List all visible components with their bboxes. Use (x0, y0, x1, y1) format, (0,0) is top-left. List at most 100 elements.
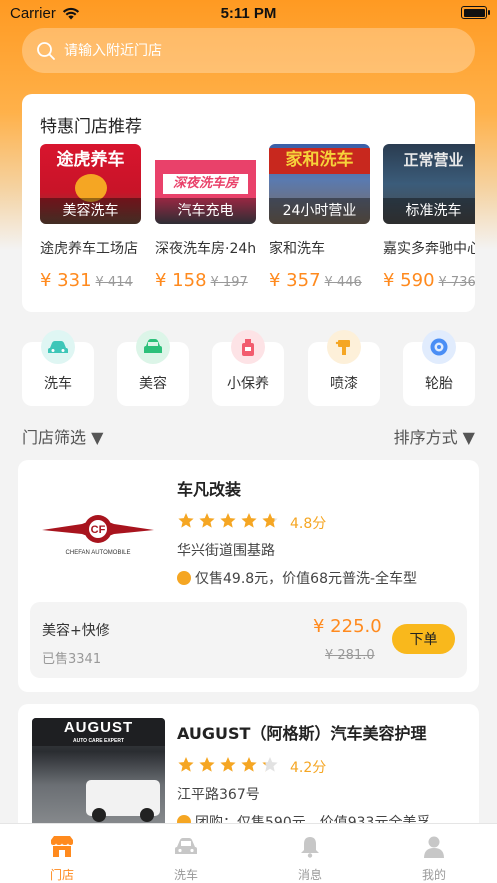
promo-item[interactable]: 家和洗车 24小时营业 家和洗车 ¥ 357 ¥ 446 (269, 144, 370, 291)
category-label: 美容 (139, 376, 167, 392)
promo-price-now: ¥ 590 (383, 270, 435, 291)
star-rating: 4.2分 (177, 756, 326, 777)
search-bar[interactable] (22, 28, 475, 73)
category-car-wash[interactable]: 洗车 (22, 330, 94, 406)
promo-sign: 家和洗车 (269, 148, 370, 174)
category-tire[interactable]: 轮胎 (403, 330, 475, 406)
search-input[interactable] (64, 42, 444, 59)
store-signboard: AUGUST AUTO CARE EXPERT (32, 718, 165, 746)
signboard-text: AUGUST (63, 719, 134, 736)
star-icon (240, 512, 258, 533)
promo-price-old: ¥ 736 (438, 275, 475, 290)
wheel-shape (92, 808, 106, 822)
promo-name: 途虎养车工场店 (40, 241, 138, 257)
car-beauty-icon (136, 330, 170, 364)
battery-icon (461, 6, 490, 19)
store-address: 江平路367号 (177, 787, 260, 803)
tab-bar: 门店 洗车 消息 我的 (0, 823, 497, 883)
rating-value: 4.8分 (290, 515, 327, 532)
deal-sold-count: 已售3341 (42, 652, 102, 667)
star-icon (240, 756, 258, 777)
star-icon (219, 756, 237, 777)
bell-icon (301, 837, 319, 858)
store-photo: AUGUST AUTO CARE EXPERT (32, 718, 165, 830)
category-paint[interactable]: 喷漆 (308, 330, 380, 406)
promo-price: ¥ 331 ¥ 414 (40, 270, 141, 291)
promo-price: ¥ 590 ¥ 736 (383, 270, 475, 291)
promo-image: 深夜洗车房 汽车充电 (155, 144, 256, 224)
store-promo: 仅售49.8元，价值68元普洗-全车型 (177, 568, 417, 588)
category-row: 洗车 美容 小保养 喷漆 轮胎 (22, 330, 475, 406)
deal-box: 美容+快修 已售3341 ¥ 225.0 ¥ 281.0 下单 (30, 602, 467, 678)
star-icon (198, 512, 216, 533)
spray-gun-icon (327, 330, 361, 364)
store-filter-dropdown[interactable]: 门店筛选 ▼ (22, 428, 103, 447)
store-name: 车凡改装 (177, 480, 242, 499)
star-icon (198, 756, 216, 777)
wheel-shape (140, 808, 154, 822)
category-label: 喷漆 (330, 376, 358, 392)
user-icon (424, 836, 444, 858)
promo-tag: 汽车充电 (155, 198, 256, 224)
deal-old-price: ¥ 281.0 (325, 648, 375, 663)
tab-store[interactable]: 门店 (0, 824, 124, 883)
tab-car-wash[interactable]: 洗车 (124, 824, 248, 883)
promo-section: 特惠门店推荐 途虎养车 美容洗车 途虎养车工场店 ¥ 331 ¥ 414 深夜洗车… (22, 94, 475, 312)
category-beauty[interactable]: 美容 (117, 330, 189, 406)
promo-name: 家和洗车 (269, 241, 325, 257)
tab-label: 我的 (421, 868, 446, 882)
promo-price: ¥ 158 ¥ 197 (155, 270, 256, 291)
tab-label: 洗车 (173, 868, 198, 882)
promo-tag: 标准洗车 (383, 198, 475, 224)
category-label: 洗车 (44, 376, 72, 392)
promo-price: ¥ 357 ¥ 446 (269, 270, 370, 291)
tab-messages[interactable]: 消息 (248, 824, 372, 883)
deal-price: ¥ 225.0 (313, 616, 382, 637)
logo-subtext: CHEFAN AUTOMOBILE (66, 550, 131, 556)
star-rating: 4.8分 (177, 512, 326, 533)
promo-sign: 深夜洗车房 (163, 174, 248, 194)
car-icon (175, 838, 197, 854)
order-button[interactable]: 下单 (392, 624, 455, 654)
tire-icon (422, 330, 456, 364)
promo-price-now: ¥ 357 (269, 270, 321, 291)
store-address: 华兴街道围基路 (177, 543, 275, 559)
sort-dropdown[interactable]: 排序方式 ▼ (394, 424, 475, 448)
filter-row: 门店筛选 ▼ 排序方式 ▼ (22, 424, 475, 448)
store-promo-text: 仅售49.8元，价值68元普洗-全车型 (195, 571, 418, 587)
car-wash-icon (41, 330, 75, 364)
promo-tag: 美容洗车 (40, 198, 141, 224)
promo-sign: 途虎养车 (56, 150, 125, 170)
store-logo: CF CHEFAN AUTOMOBILE (32, 474, 165, 586)
promo-list[interactable]: 途虎养车 美容洗车 途虎养车工场店 ¥ 331 ¥ 414 深夜洗车房 汽车充电 … (40, 144, 475, 304)
search-icon (37, 41, 55, 60)
promo-title: 特惠门店推荐 (40, 117, 142, 137)
promo-image: 家和洗车 24小时营业 (269, 144, 370, 224)
star-icon (261, 756, 279, 777)
clock: 5:11 PM (220, 4, 277, 22)
tab-profile[interactable]: 我的 (372, 824, 496, 883)
promo-badge-icon (177, 571, 191, 585)
tab-label: 门店 (49, 868, 74, 882)
store-name: AUGUST（阿格斯）汽车美容护理 (177, 724, 427, 743)
promo-tag: 24小时营业 (269, 198, 370, 224)
promo-price-old: ¥ 414 (95, 275, 133, 290)
category-maintenance[interactable]: 小保养 (212, 330, 284, 406)
promo-name: 深夜洗车房·24h (155, 241, 256, 257)
promo-image: 正常营业 标准洗车 (383, 144, 475, 224)
category-label: 小保养 (227, 376, 269, 392)
star-icon (177, 512, 195, 533)
star-icon (219, 512, 237, 533)
promo-item[interactable]: 深夜洗车房 汽车充电 深夜洗车房·24h ¥ 158 ¥ 197 (155, 144, 256, 291)
promo-item[interactable]: 途虎养车 美容洗车 途虎养车工场店 ¥ 331 ¥ 414 (40, 144, 141, 291)
promo-image: 途虎养车 美容洗车 (40, 144, 141, 224)
promo-item[interactable]: 正常营业 标准洗车 嘉实多奔驰中心 ¥ 590 ¥ 736 (383, 144, 475, 291)
star-icon (261, 512, 279, 533)
rating-value: 4.2分 (290, 759, 327, 776)
promo-price-now: ¥ 331 (40, 270, 92, 291)
promo-price-old: ¥ 197 (210, 275, 248, 290)
promo-price-old: ¥ 446 (324, 275, 362, 290)
star-icon (177, 756, 195, 777)
tab-label: 消息 (297, 868, 322, 882)
store-card[interactable]: CF CHEFAN AUTOMOBILE 车凡改装 4.8分 华兴街道围基路 仅… (18, 460, 479, 692)
